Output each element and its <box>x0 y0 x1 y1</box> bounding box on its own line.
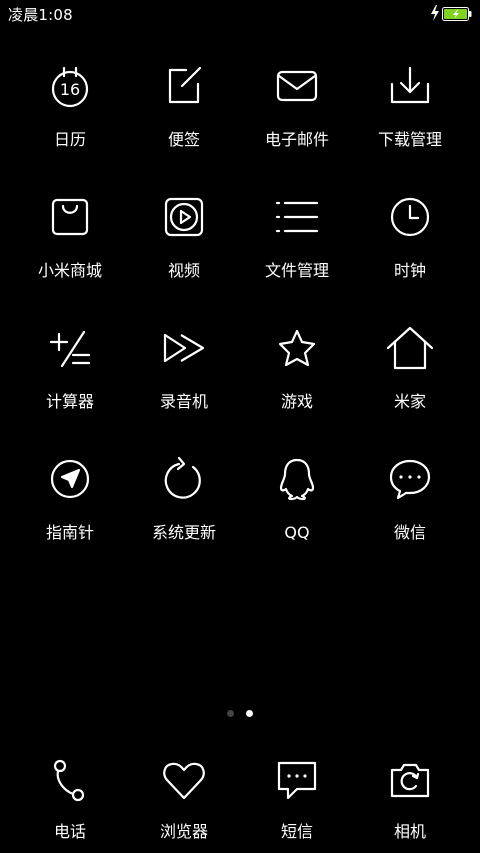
compass-icon <box>46 455 94 503</box>
app-games[interactable]: 游戏 <box>237 316 357 436</box>
shopping-bag-icon <box>46 193 94 241</box>
app-label: 米家 <box>393 392 426 411</box>
app-label: 电话 <box>53 822 86 841</box>
app-label: 时钟 <box>393 261 426 280</box>
app-label: 相机 <box>393 822 426 841</box>
battery-icon <box>442 6 472 25</box>
app-label: 指南针 <box>45 523 94 542</box>
status-bar: 凌晨1:08 <box>0 0 480 28</box>
qq-icon <box>273 455 321 503</box>
app-video[interactable]: 视频 <box>124 185 244 305</box>
app-label: 系统更新 <box>151 523 216 542</box>
dock-camera[interactable]: 相机 <box>350 752 470 853</box>
app-download-manager[interactable]: 下载管理 <box>350 54 470 174</box>
status-indicators <box>430 5 472 25</box>
notes-icon <box>160 62 208 110</box>
app-notes[interactable]: 便签 <box>124 54 244 174</box>
calculator-icon <box>46 324 94 372</box>
app-label: 日历 <box>53 130 86 149</box>
app-label: 游戏 <box>280 392 313 411</box>
calendar-icon: 16 <box>46 62 94 110</box>
app-mijia[interactable]: 米家 <box>350 316 470 436</box>
phone-icon <box>46 756 94 804</box>
app-label: 便签 <box>167 130 200 149</box>
app-label: 短信 <box>280 822 313 841</box>
heart-icon <box>160 756 208 804</box>
app-mi-store[interactable]: 小米商城 <box>10 185 130 305</box>
camera-icon <box>386 756 434 804</box>
message-icon <box>273 756 321 804</box>
mail-icon <box>273 62 321 110</box>
app-recorder[interactable]: 录音机 <box>124 316 244 436</box>
app-label: 计算器 <box>45 392 94 411</box>
video-icon <box>160 193 208 241</box>
app-wechat[interactable]: 微信 <box>350 447 470 567</box>
app-label: 小米商城 <box>37 261 102 280</box>
app-calendar[interactable]: 16 日历 <box>10 54 130 174</box>
app-label: 录音机 <box>159 392 208 411</box>
page-dot-2[interactable] <box>246 710 253 717</box>
app-label: 电子邮件 <box>264 130 329 149</box>
dock: 电话 浏览器 短信 相机 <box>0 752 480 853</box>
app-file-manager[interactable]: 文件管理 <box>237 185 357 305</box>
app-clock[interactable]: 时钟 <box>350 185 470 305</box>
app-label: 下载管理 <box>377 130 442 149</box>
file-manager-icon <box>273 193 321 241</box>
star-icon <box>273 324 321 372</box>
dock-phone[interactable]: 电话 <box>10 752 130 853</box>
app-compass[interactable]: 指南针 <box>10 447 130 567</box>
clock-icon <box>386 193 434 241</box>
app-label: 视频 <box>167 261 200 280</box>
home-icon <box>386 324 434 372</box>
app-label: 微信 <box>393 523 426 542</box>
dock-browser[interactable]: 浏览器 <box>124 752 244 853</box>
page-indicator <box>0 702 480 717</box>
app-label: 文件管理 <box>264 261 329 280</box>
status-time: 凌晨1:08 <box>8 6 73 24</box>
app-label: 浏览器 <box>159 822 208 841</box>
calendar-day: 16 <box>60 80 80 99</box>
dock-messages[interactable]: 短信 <box>237 752 357 853</box>
app-email[interactable]: 电子邮件 <box>237 54 357 174</box>
wechat-icon <box>386 455 434 503</box>
app-label: QQ <box>284 523 310 542</box>
download-icon <box>386 62 434 110</box>
charging-icon <box>430 5 440 25</box>
app-system-update[interactable]: 系统更新 <box>124 447 244 567</box>
page-dot-1[interactable] <box>227 710 234 717</box>
app-qq[interactable]: QQ <box>237 447 357 567</box>
update-icon <box>160 455 208 503</box>
recorder-icon <box>160 324 208 372</box>
app-calculator[interactable]: 计算器 <box>10 316 130 436</box>
